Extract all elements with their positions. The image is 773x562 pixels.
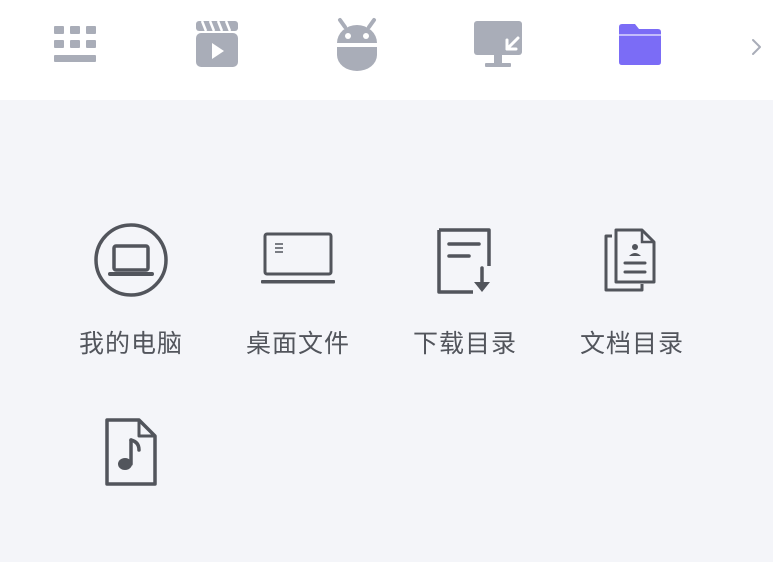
- location-label: 桌面文件: [245, 329, 350, 358]
- video-icon: [196, 20, 238, 67]
- location-my-computer[interactable]: 我的电脑: [66, 222, 196, 372]
- keyboard-button[interactable]: [47, 14, 103, 74]
- location-desktop[interactable]: 桌面文件: [233, 222, 363, 372]
- folder-button[interactable]: [612, 14, 668, 74]
- location-downloads[interactable]: 下载目录: [400, 222, 530, 372]
- desktop-icon: [261, 232, 335, 284]
- remote-desktop-button[interactable]: [470, 14, 526, 74]
- computer-icon: [94, 223, 168, 297]
- remote-desktop-icon: [474, 21, 522, 67]
- file-location-grid: 我的电脑 桌面文件 下载目录 文档目录: [0, 100, 773, 504]
- location-label: 下载目录: [412, 329, 517, 358]
- next-button[interactable]: [744, 30, 770, 64]
- documents-icon: [604, 228, 656, 292]
- android-button[interactable]: [329, 14, 385, 74]
- folder-icon: [619, 24, 661, 65]
- location-label: 我的电脑: [78, 329, 183, 358]
- keyboard-icon: [54, 26, 96, 62]
- chevron-right-icon: [752, 39, 761, 55]
- top-toolbar: [0, 0, 773, 100]
- download-folder-icon: [437, 228, 491, 294]
- location-label: 文档目录: [579, 329, 684, 358]
- video-button[interactable]: [189, 14, 245, 74]
- music-file-icon: [105, 418, 157, 486]
- location-music[interactable]: [66, 412, 196, 562]
- android-icon: [337, 18, 377, 71]
- location-documents[interactable]: 文档目录: [567, 222, 697, 372]
